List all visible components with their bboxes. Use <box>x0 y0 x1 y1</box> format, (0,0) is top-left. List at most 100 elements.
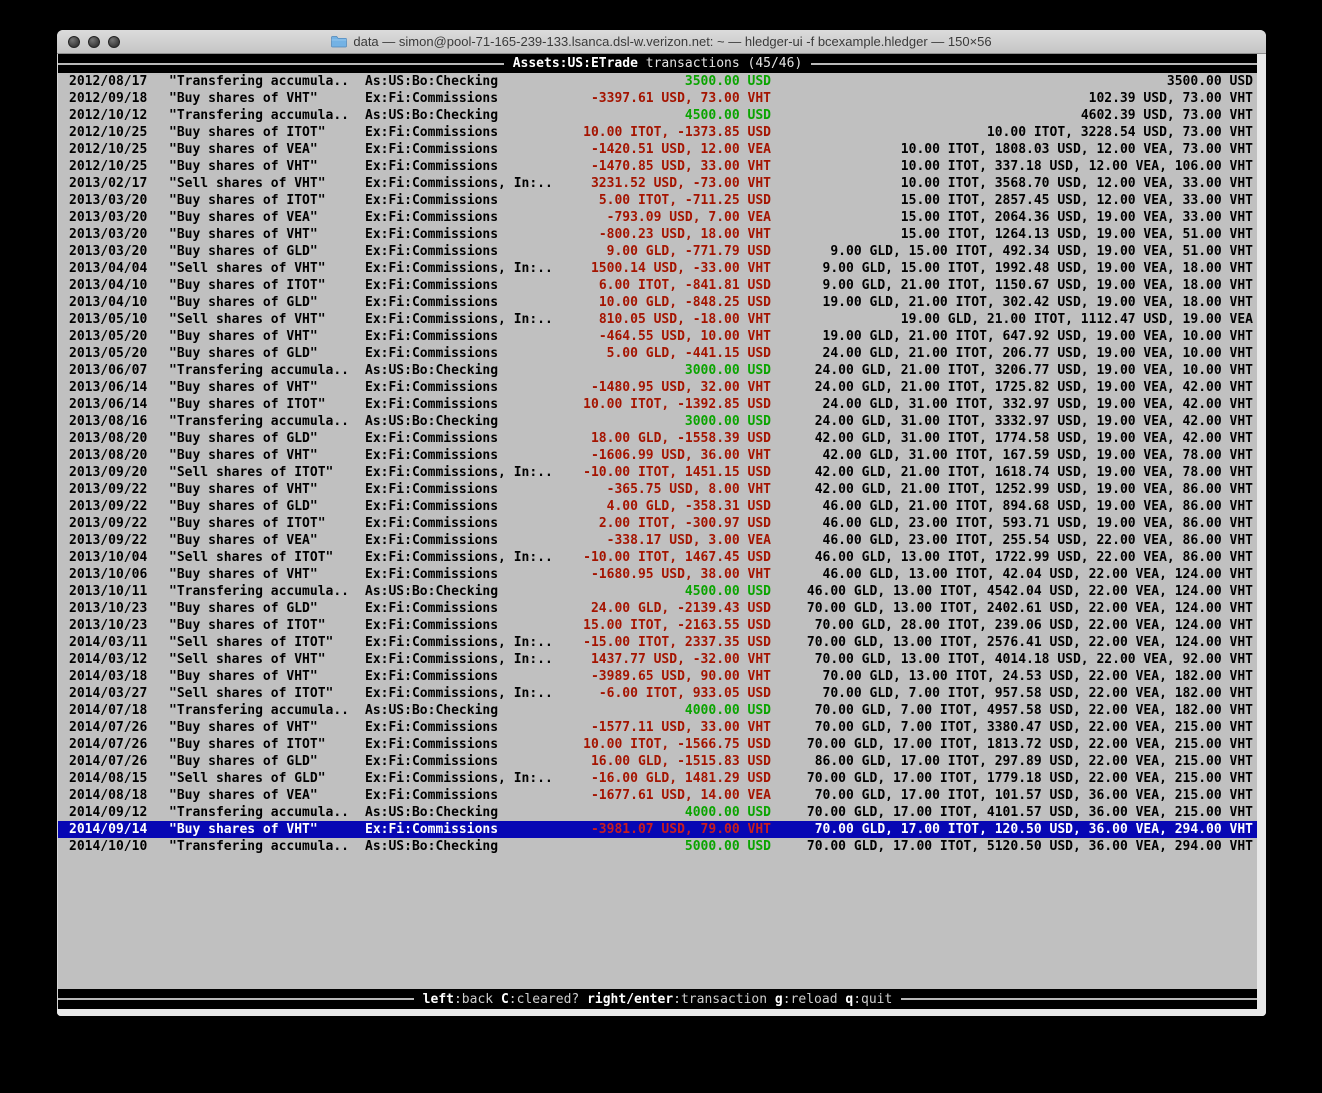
table-row[interactable]: 2012/10/25 "Buy shares of ITOT" Ex:Fi:Co… <box>58 124 1257 141</box>
txn-balance-amount: 70.00 GLD, 7.00 ITOT, 957.58 USD, 22.00 … <box>771 685 1253 702</box>
table-row[interactable]: 2013/05/20 "Buy shares of VHT" Ex:Fi:Com… <box>58 328 1257 345</box>
txn-description: "Transfering accumula.. <box>169 838 365 855</box>
table-row[interactable]: 2013/04/04 "Sell shares of VHT" Ex:Fi:Co… <box>58 260 1257 277</box>
txn-date: 2014/09/12 <box>69 804 149 821</box>
table-row[interactable]: 2013/10/23 "Buy shares of GLD" Ex:Fi:Com… <box>58 600 1257 617</box>
txn-date: 2014/03/27 <box>69 685 149 702</box>
txn-description: "Buy shares of VHT" <box>169 90 365 107</box>
txn-description: "Transfering accumula.. <box>169 73 365 90</box>
txn-other-accounts: As:US:Bo:Checking <box>365 804 561 821</box>
help-key: C <box>501 992 509 1007</box>
txn-description: "Buy shares of VHT" <box>169 379 365 396</box>
txn-other-accounts: Ex:Fi:Commissions <box>365 719 561 736</box>
txn-balance-amount: 70.00 GLD, 17.00 ITOT, 101.57 USD, 36.00… <box>771 787 1253 804</box>
txn-description: "Buy shares of VHT" <box>169 668 365 685</box>
txn-other-accounts: As:US:Bo:Checking <box>365 838 561 855</box>
zoom-button[interactable] <box>108 36 120 48</box>
txn-description: "Sell shares of GLD" <box>169 770 365 787</box>
txn-change-amount: 24.00 GLD, -2139.43 USD <box>561 600 771 617</box>
txn-change-amount: 16.00 GLD, -1515.83 USD <box>561 753 771 770</box>
txn-change-amount: -3397.61 USD, 73.00 VHT <box>561 90 771 107</box>
table-row[interactable]: 2013/02/17 "Sell shares of VHT" Ex:Fi:Co… <box>58 175 1257 192</box>
txn-balance-amount: 70.00 GLD, 13.00 ITOT, 2402.61 USD, 22.0… <box>771 600 1253 617</box>
txn-date: 2014/07/26 <box>69 736 149 753</box>
txn-change-amount: -1606.99 USD, 36.00 VHT <box>561 447 771 464</box>
table-row[interactable]: 2014/09/12 "Transfering accumula.. As:US… <box>58 804 1257 821</box>
table-row[interactable]: 2013/09/22 "Buy shares of ITOT" Ex:Fi:Co… <box>58 515 1257 532</box>
txn-balance-amount: 9.00 GLD, 15.00 ITOT, 1992.48 USD, 19.00… <box>771 260 1253 277</box>
window-title: data — simon@pool-71-165-239-133.lsanca.… <box>57 34 1266 49</box>
transactions-list[interactable]: 2012/08/17 "Transfering accumula.. As:US… <box>58 73 1257 855</box>
table-row[interactable]: 2013/06/14 "Buy shares of ITOT" Ex:Fi:Co… <box>58 396 1257 413</box>
txn-other-accounts: Ex:Fi:Commissions <box>365 821 561 838</box>
table-row[interactable]: 2013/10/04 "Sell shares of ITOT" Ex:Fi:C… <box>58 549 1257 566</box>
txn-change-amount: 810.05 USD, -18.00 VHT <box>561 311 771 328</box>
close-button[interactable] <box>68 36 80 48</box>
table-row[interactable]: 2013/04/10 "Buy shares of ITOT" Ex:Fi:Co… <box>58 277 1257 294</box>
table-row[interactable]: 2014/08/18 "Buy shares of VEA" Ex:Fi:Com… <box>58 787 1257 804</box>
txn-balance-amount: 10.00 ITOT, 3568.70 USD, 12.00 VEA, 33.0… <box>771 175 1253 192</box>
txn-change-amount: -16.00 GLD, 1481.29 USD <box>561 770 771 787</box>
txn-date: 2014/07/18 <box>69 702 149 719</box>
table-row[interactable]: 2014/03/12 "Sell shares of VHT" Ex:Fi:Co… <box>58 651 1257 668</box>
txn-date: 2013/02/17 <box>69 175 149 192</box>
table-row[interactable]: 2012/09/18 "Buy shares of VHT" Ex:Fi:Com… <box>58 90 1257 107</box>
txn-date: 2013/05/20 <box>69 328 149 345</box>
table-row[interactable]: 2013/08/20 "Buy shares of VHT" Ex:Fi:Com… <box>58 447 1257 464</box>
table-row[interactable]: 2012/10/25 "Buy shares of VHT" Ex:Fi:Com… <box>58 158 1257 175</box>
txn-description: "Sell shares of VHT" <box>169 651 365 668</box>
txn-change-amount: 3500.00 USD <box>561 73 771 90</box>
txn-balance-amount: 46.00 GLD, 23.00 ITOT, 593.71 USD, 19.00… <box>771 515 1253 532</box>
table-row[interactable]: 2013/03/20 "Buy shares of VEA" Ex:Fi:Com… <box>58 209 1257 226</box>
table-row[interactable]: 2012/10/12 "Transfering accumula.. As:US… <box>58 107 1257 124</box>
table-row[interactable]: 2012/08/17 "Transfering accumula.. As:US… <box>58 73 1257 90</box>
table-row[interactable]: 2013/03/20 "Buy shares of ITOT" Ex:Fi:Co… <box>58 192 1257 209</box>
table-row[interactable]: 2013/09/20 "Sell shares of ITOT" Ex:Fi:C… <box>58 464 1257 481</box>
table-row[interactable]: 2013/08/20 "Buy shares of GLD" Ex:Fi:Com… <box>58 430 1257 447</box>
table-row[interactable]: 2013/05/10 "Sell shares of VHT" Ex:Fi:Co… <box>58 311 1257 328</box>
txn-description: "Buy shares of ITOT" <box>169 396 365 413</box>
table-row[interactable]: 2014/09/14 "Buy shares of VHT" Ex:Fi:Com… <box>58 821 1257 838</box>
txn-description: "Sell shares of ITOT" <box>169 464 365 481</box>
table-row[interactable]: 2012/10/25 "Buy shares of VEA" Ex:Fi:Com… <box>58 141 1257 158</box>
txn-other-accounts: As:US:Bo:Checking <box>365 73 561 90</box>
table-row[interactable]: 2014/10/10 "Transfering accumula.. As:US… <box>58 838 1257 855</box>
table-row[interactable]: 2014/07/26 "Buy shares of VHT" Ex:Fi:Com… <box>58 719 1257 736</box>
table-row[interactable]: 2013/09/22 "Buy shares of GLD" Ex:Fi:Com… <box>58 498 1257 515</box>
scrollbar-track[interactable] <box>1257 54 1266 1009</box>
titlebar[interactable]: data — simon@pool-71-165-239-133.lsanca.… <box>57 30 1266 54</box>
table-row[interactable]: 2013/03/20 "Buy shares of GLD" Ex:Fi:Com… <box>58 243 1257 260</box>
table-row[interactable]: 2013/08/16 "Transfering accumula.. As:US… <box>58 413 1257 430</box>
table-row[interactable]: 2014/07/26 "Buy shares of GLD" Ex:Fi:Com… <box>58 753 1257 770</box>
txn-balance-amount: 70.00 GLD, 13.00 ITOT, 4014.18 USD, 22.0… <box>771 651 1253 668</box>
table-row[interactable]: 2014/03/18 "Buy shares of VHT" Ex:Fi:Com… <box>58 668 1257 685</box>
table-row[interactable]: 2013/09/22 "Buy shares of VEA" Ex:Fi:Com… <box>58 532 1257 549</box>
txn-description: "Sell shares of ITOT" <box>169 634 365 651</box>
table-row[interactable]: 2013/06/07 "Transfering accumula.. As:US… <box>58 362 1257 379</box>
table-row[interactable]: 2013/05/20 "Buy shares of GLD" Ex:Fi:Com… <box>58 345 1257 362</box>
help-bar-label: left:back C:cleared? right/enter:transac… <box>414 991 902 1008</box>
txn-date: 2013/10/23 <box>69 600 149 617</box>
table-row[interactable]: 2014/07/18 "Transfering accumula.. As:US… <box>58 702 1257 719</box>
table-row[interactable]: 2014/03/27 "Sell shares of ITOT" Ex:Fi:C… <box>58 685 1257 702</box>
table-row[interactable]: 2014/08/15 "Sell shares of GLD" Ex:Fi:Co… <box>58 770 1257 787</box>
table-row[interactable]: 2013/04/10 "Buy shares of GLD" Ex:Fi:Com… <box>58 294 1257 311</box>
table-row[interactable]: 2013/10/23 "Buy shares of ITOT" Ex:Fi:Co… <box>58 617 1257 634</box>
txn-description: "Buy shares of VHT" <box>169 447 365 464</box>
txn-change-amount: -365.75 USD, 8.00 VHT <box>561 481 771 498</box>
table-row[interactable]: 2013/10/11 "Transfering accumula.. As:US… <box>58 583 1257 600</box>
txn-date: 2012/10/12 <box>69 107 149 124</box>
txn-change-amount: -793.09 USD, 7.00 VEA <box>561 209 771 226</box>
table-row[interactable]: 2013/03/20 "Buy shares of VHT" Ex:Fi:Com… <box>58 226 1257 243</box>
table-row[interactable]: 2013/09/22 "Buy shares of VHT" Ex:Fi:Com… <box>58 481 1257 498</box>
register-header-bar: Assets:US:ETrade transactions (45/46) <box>58 54 1257 73</box>
txn-other-accounts: As:US:Bo:Checking <box>365 107 561 124</box>
table-row[interactable]: 2014/03/11 "Sell shares of ITOT" Ex:Fi:C… <box>58 634 1257 651</box>
table-row[interactable]: 2014/07/26 "Buy shares of ITOT" Ex:Fi:Co… <box>58 736 1257 753</box>
txn-balance-amount: 10.00 ITOT, 3228.54 USD, 73.00 VHT <box>771 124 1253 141</box>
txn-balance-amount: 42.00 GLD, 21.00 ITOT, 1618.74 USD, 19.0… <box>771 464 1253 481</box>
table-row[interactable]: 2013/10/06 "Buy shares of VHT" Ex:Fi:Com… <box>58 566 1257 583</box>
txn-balance-amount: 24.00 GLD, 21.00 ITOT, 206.77 USD, 19.00… <box>771 345 1253 362</box>
minimize-button[interactable] <box>88 36 100 48</box>
table-row[interactable]: 2013/06/14 "Buy shares of VHT" Ex:Fi:Com… <box>58 379 1257 396</box>
